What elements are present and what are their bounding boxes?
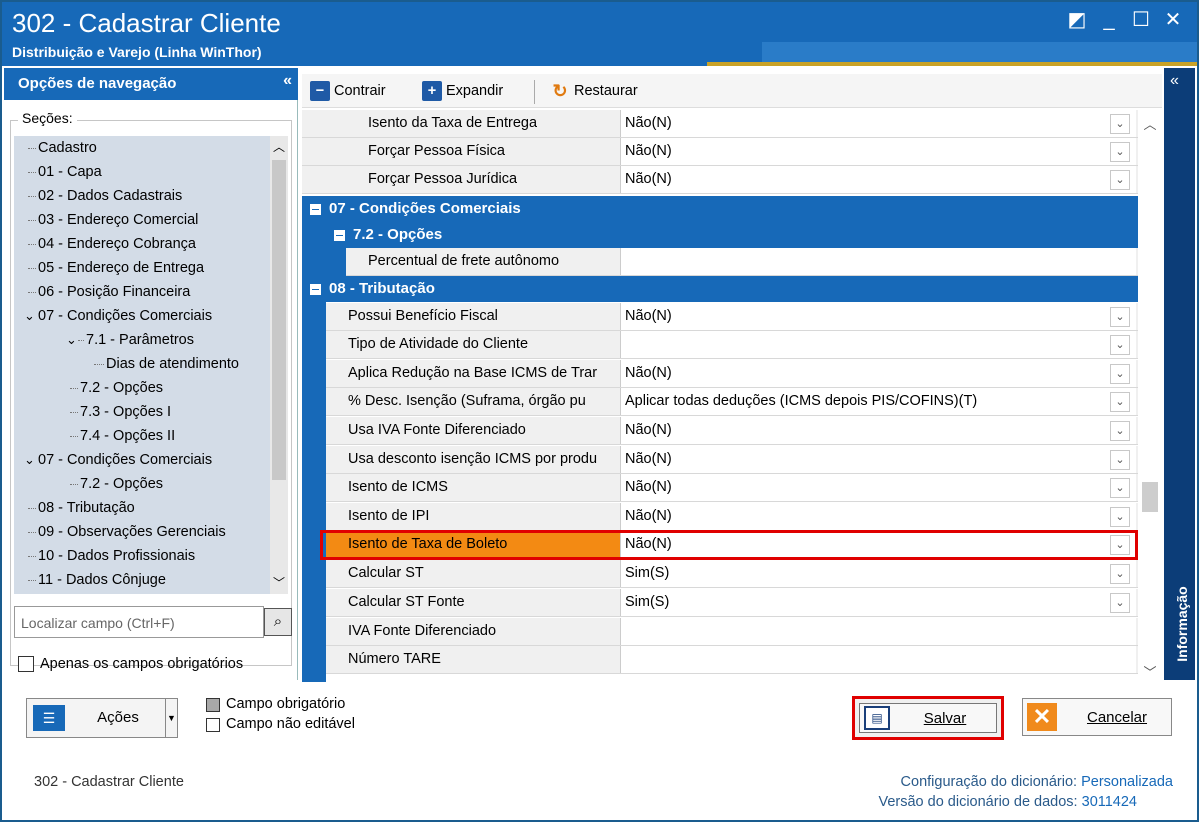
- collapse-box-icon: [310, 203, 321, 215]
- dropdown-arrow-icon: ⌄: [1110, 564, 1130, 584]
- grid-row[interactable]: Usa IVA Fonte Diferenciado Não(N) ⌄: [326, 417, 1138, 445]
- plus-icon: +: [422, 81, 442, 102]
- collapse-info-icon[interactable]: «: [1170, 72, 1179, 90]
- floppy-disk-icon: ▤: [864, 706, 890, 730]
- dictionary-version: Versão do dicionário de dados: 3011424: [878, 794, 1137, 810]
- grid-row[interactable]: Forçar Pessoa Jurídica Não(N) ⌄: [302, 166, 1138, 194]
- dropdown-arrow-icon: ⌄: [1110, 170, 1130, 190]
- grid-row[interactable]: Forçar Pessoa Física Não(N) ⌄: [302, 138, 1138, 166]
- title-accent-line: [707, 62, 1197, 66]
- group-indent: [302, 248, 346, 276]
- dropdown-arrow-icon[interactable]: ▼: [165, 699, 177, 737]
- expand-button[interactable]: + Expandir: [422, 80, 503, 102]
- dictionary-config: Configuração do dicionário: Personalizad…: [900, 774, 1173, 790]
- toolbar-divider: [534, 80, 535, 104]
- app-window: 302 - Cadastrar Cliente Distribuição e V…: [0, 0, 1199, 822]
- collapse-box-icon: [334, 229, 345, 241]
- scroll-thumb[interactable]: [272, 160, 286, 480]
- scroll-down-icon[interactable]: ﹀: [272, 574, 286, 591]
- grid-row[interactable]: Isento de ICMS Não(N) ⌄: [326, 474, 1138, 502]
- dropdown-arrow-icon: ⌄: [1110, 142, 1130, 162]
- readonly-legend-swatch: [206, 718, 220, 732]
- grid-row[interactable]: Percentual de frete autônomo: [346, 248, 1138, 276]
- search-icon[interactable]: ⌕: [264, 608, 292, 636]
- action-bar: ☰ Ações ▼ Campo obrigatório Campo não ed…: [4, 682, 1195, 752]
- minus-icon: −: [310, 81, 330, 102]
- dropdown-arrow-icon: ⌄: [1110, 478, 1130, 498]
- info-pane-label: Informação: [1174, 586, 1190, 662]
- required-legend-swatch: [206, 698, 220, 712]
- restore-button[interactable]: ↻ Restaurar: [550, 80, 637, 102]
- readonly-legend-label: Campo não editável: [226, 716, 355, 732]
- restore-arrow-icon: ↻: [552, 81, 568, 102]
- property-grid: Isento da Taxa de Entrega Não(N) ⌄ Forçar …: [302, 110, 1138, 682]
- scroll-up-icon[interactable]: ︿: [1142, 114, 1158, 133]
- only-required-label: Apenas os campos obrigatórios: [40, 656, 244, 672]
- section-header[interactable]: 07 - Condições Comerciais: [302, 196, 1138, 222]
- close-icon: ✕: [1027, 703, 1057, 731]
- collapse-box-icon: [310, 283, 321, 295]
- status-bar: 302 - Cadastrar Cliente Configuração do …: [4, 754, 1195, 820]
- grid-row[interactable]: Número TARE: [326, 646, 1138, 674]
- dropdown-arrow-icon: ⌄: [1110, 507, 1130, 527]
- grid-row[interactable]: Calcular ST Fonte Sim(S) ⌄: [326, 589, 1138, 617]
- maximize-button[interactable]: ☐: [1126, 6, 1156, 34]
- info-pane[interactable]: « Informação: [1164, 68, 1195, 680]
- dropdown-arrow-icon: ⌄: [1110, 307, 1130, 327]
- navigation-header-label: Opções de navegação: [18, 75, 177, 92]
- collapse-nav-icon[interactable]: «: [283, 72, 292, 90]
- dropdown-arrow-icon: ⌄: [1110, 421, 1130, 441]
- grid-row[interactable]: Possui Benefício Fiscal Não(N) ⌄: [326, 303, 1138, 331]
- grid-row[interactable]: Usa desconto isenção ICMS por produ Não(N…: [326, 446, 1138, 474]
- navigation-header: Opções de navegação «: [4, 68, 298, 100]
- section-header[interactable]: 08 - Tributação: [302, 276, 1138, 302]
- grid-row[interactable]: IVA Fonte Diferenciado: [326, 618, 1138, 646]
- sections-tree: Cadastro 01 - Capa 02 - Dados Cadastrais…: [14, 136, 270, 594]
- expanded-chevron-icon: ⌄: [66, 332, 77, 347]
- editor-toolbar: − Contrair + Expandir ↻ Restaurar: [302, 74, 1162, 108]
- expanded-chevron-icon: ⌄: [24, 452, 35, 467]
- required-legend-label: Campo obrigatório: [226, 696, 346, 712]
- grid-scrollbar[interactable]: ︿ ﹀: [1138, 110, 1162, 682]
- grid-row[interactable]: Isento da Taxa de Entrega Não(N) ⌄: [302, 110, 1138, 138]
- collapse-button[interactable]: − Contrair: [310, 80, 386, 102]
- search-input[interactable]: Localizar campo (Ctrl+F): [14, 606, 264, 638]
- scroll-up-icon[interactable]: ︿: [272, 138, 286, 155]
- sections-label: Seções:: [18, 110, 77, 126]
- dropdown-arrow-icon: ⌄: [1110, 450, 1130, 470]
- dropdown-arrow-icon: ⌄: [1110, 364, 1130, 384]
- close-button[interactable]: ✕: [1158, 6, 1188, 34]
- title-bar: 302 - Cadastrar Cliente Distribuição e V…: [2, 2, 1197, 66]
- window-title: 302 - Cadastrar Cliente: [12, 8, 281, 38]
- cancel-button[interactable]: ✕ Cancelar: [1022, 698, 1172, 736]
- dropdown-arrow-icon: ⌄: [1110, 593, 1130, 613]
- restore-window-icon[interactable]: ◩: [1062, 6, 1092, 34]
- property-editor: − Contrair + Expandir ↻ Restaurar Isento da…: [302, 74, 1162, 682]
- highlight-outline: [320, 530, 1138, 560]
- list-gear-icon: ☰: [33, 705, 65, 731]
- only-required-checkbox[interactable]: [18, 656, 34, 672]
- grid-row[interactable]: Isento de IPI Não(N) ⌄: [326, 503, 1138, 531]
- dropdown-arrow-icon: ⌄: [1110, 335, 1130, 355]
- group-indent: [302, 302, 326, 682]
- status-form-name: 302 - Cadastrar Cliente: [34, 774, 184, 790]
- tree-scrollbar[interactable]: ︿ ﹀: [270, 136, 288, 594]
- subsection-header[interactable]: 7.2 - Opções: [326, 222, 1138, 248]
- save-button[interactable]: ▤ Salvar: [852, 696, 1004, 740]
- navigation-pane: Opções de navegação « Seções: Cadastro 0…: [4, 68, 298, 680]
- scroll-thumb[interactable]: [1142, 482, 1158, 512]
- dropdown-arrow-icon: ⌄: [1110, 114, 1130, 134]
- grid-row[interactable]: Aplica Redução na Base ICMS de Trar Não(N…: [326, 360, 1138, 388]
- grid-row[interactable]: % Desc. Isenção (Suframa, órgão pu Aplica…: [326, 388, 1138, 416]
- minimize-button[interactable]: _: [1094, 6, 1124, 34]
- grid-row[interactable]: Tipo de Atividade do Cliente ⌄: [326, 331, 1138, 359]
- window-subtitle: Distribuição e Varejo (Linha WinThor): [12, 44, 262, 60]
- expanded-chevron-icon: ⌄: [24, 308, 35, 323]
- actions-button[interactable]: ☰ Ações ▼: [26, 698, 178, 738]
- scroll-down-icon[interactable]: ﹀: [1142, 662, 1158, 681]
- grid-row[interactable]: Calcular ST Sim(S) ⌄: [326, 560, 1138, 588]
- dropdown-arrow-icon: ⌄: [1110, 392, 1130, 412]
